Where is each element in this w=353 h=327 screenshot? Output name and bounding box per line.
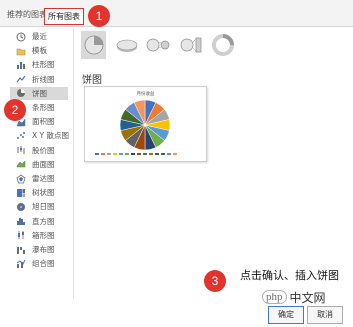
tab-recommended-charts[interactable]: 推荐的图表 — [7, 9, 47, 20]
ok-button[interactable]: 确定 — [268, 306, 304, 324]
watermark-text: 中文网 — [289, 290, 326, 305]
sidebar-item-label: 直方图 — [32, 216, 55, 226]
legend-swatch — [161, 153, 165, 155]
sidebar-item[interactable]: 模板 — [10, 44, 68, 57]
sidebar-item-label: 箱形图 — [32, 230, 55, 240]
sidebar-item-label: 面积图 — [32, 117, 55, 127]
sidebar-item-label: 折线图 — [32, 74, 55, 84]
pie-chart-icon — [17, 89, 25, 98]
legend-swatch — [101, 153, 105, 155]
watermark: php 中文网 — [262, 290, 326, 305]
insert-chart-dialog: 推荐的图表 所有图表 最近 模板 柱形图 折线图 饼图 条形图 面积图 X Y 散点图 股价图曲… — [0, 0, 353, 327]
preview-legend — [95, 153, 195, 156]
pie-icon — [84, 35, 103, 55]
sidebar-item[interactable]: 柱形图 — [10, 58, 68, 71]
sidebar-item[interactable]: 旭日图 — [10, 200, 68, 213]
legend-swatch — [125, 153, 129, 155]
sidebar-item-label: 饼图 — [32, 88, 47, 98]
legend-swatch — [137, 153, 141, 155]
sidebar-item-label: 树状图 — [32, 188, 55, 198]
cancel-button[interactable]: 取消 — [307, 306, 343, 324]
sidebar-item-label: 雷达图 — [32, 174, 55, 183]
template-folder-icon — [16, 48, 26, 55]
subtype-thumbnail[interactable] — [145, 31, 170, 59]
sidebar-item-label: X Y 散点图 — [32, 131, 69, 141]
step-badge-2: 2 — [4, 99, 26, 121]
sidebar-item-label: 旭日图 — [32, 202, 55, 212]
sidebar-item[interactable]: 饼图 — [10, 86, 68, 100]
tab-bar: 推荐的图表 所有图表 — [0, 0, 353, 27]
sidebar-item[interactable]: 组合图 — [10, 257, 68, 270]
column-chart-icon — [17, 61, 25, 69]
legend-swatch — [131, 153, 135, 155]
sidebar-item-label: 模板 — [32, 46, 47, 56]
subtype-thumbnail[interactable] — [81, 31, 106, 59]
sidebar-item-label: 条形图 — [32, 103, 55, 112]
legend-swatch — [155, 153, 159, 155]
tab-all-charts[interactable]: 所有图表 — [44, 8, 84, 25]
step-badge-3: 3 — [204, 270, 226, 292]
legend-swatch — [113, 153, 117, 155]
combo-chart-icon — [16, 259, 26, 268]
legend-swatch — [95, 153, 99, 155]
sidebar-item[interactable]: 折线图 — [10, 73, 68, 86]
step-badge-1: 1 — [88, 5, 110, 27]
sidebar-item[interactable]: 直方图 — [10, 215, 68, 228]
sidebar-item[interactable]: 曲面图 — [10, 158, 68, 171]
watermark-logo: php — [262, 290, 287, 304]
stock-chart-icon — [17, 146, 25, 155]
sidebar-item-label: 最近 — [32, 32, 47, 41]
waterfall-chart-icon — [17, 246, 25, 254]
chart-preview[interactable]: 月份收益 — [84, 86, 207, 162]
sidebar-item-label: 柱形图 — [32, 60, 55, 70]
sidebar-item[interactable]: 箱形图 — [10, 229, 68, 242]
treemap-chart-icon — [17, 188, 25, 197]
box-whisker-chart-icon — [18, 231, 24, 240]
pie-of-pie-icon — [146, 38, 169, 52]
legend-swatch — [119, 153, 123, 155]
legend-swatch — [167, 153, 171, 155]
sidebar-item-label: 瀑布图 — [32, 245, 55, 254]
legend-swatch — [149, 153, 153, 155]
histogram-chart-icon — [17, 218, 25, 226]
subtype-thumbnail[interactable] — [178, 31, 203, 59]
legend-swatch — [143, 153, 147, 155]
bar-of-pie-icon — [180, 37, 201, 53]
sidebar-item[interactable]: 雷达图 — [10, 172, 68, 185]
sidebar-item-label: 股价图 — [32, 145, 55, 155]
sidebar-item[interactable]: 股价图 — [10, 144, 68, 157]
step3-annotation-text: 点击确认、插入饼图 — [240, 269, 339, 282]
radar-chart-icon — [16, 174, 26, 183]
sidebar-item[interactable]: 瀑布图 — [10, 243, 68, 256]
pie-3d-icon — [116, 39, 137, 52]
sidebar-item-label: 组合图 — [32, 259, 55, 269]
sidebar-divider — [73, 29, 74, 299]
recent-icon — [16, 32, 26, 41]
line-chart-icon — [16, 75, 26, 83]
chart-type-sidebar: 最近模板柱形图折线图饼图条形图面积图 X Y 散点图 股价图曲面图雷达图树状图旭日图… — [10, 29, 69, 297]
surface-chart-icon — [16, 160, 26, 168]
sidebar-item[interactable]: 树状图 — [10, 186, 68, 199]
legend-swatch — [107, 153, 111, 155]
subtype-title: 饼图 — [82, 75, 102, 86]
preview-pie — [119, 99, 171, 151]
legend-swatch — [173, 153, 177, 155]
subtype-thumbnail[interactable] — [210, 31, 235, 59]
scatter-chart-icon — [17, 131, 25, 139]
sunburst-chart-icon — [17, 202, 25, 211]
sidebar-item-label: 曲面图 — [32, 159, 55, 169]
doughnut-icon — [211, 34, 234, 56]
sidebar-item[interactable]: 最近 — [10, 30, 68, 43]
subtype-thumbnail[interactable] — [114, 31, 139, 59]
sidebar-item[interactable]: X Y 散点图 — [10, 129, 69, 142]
